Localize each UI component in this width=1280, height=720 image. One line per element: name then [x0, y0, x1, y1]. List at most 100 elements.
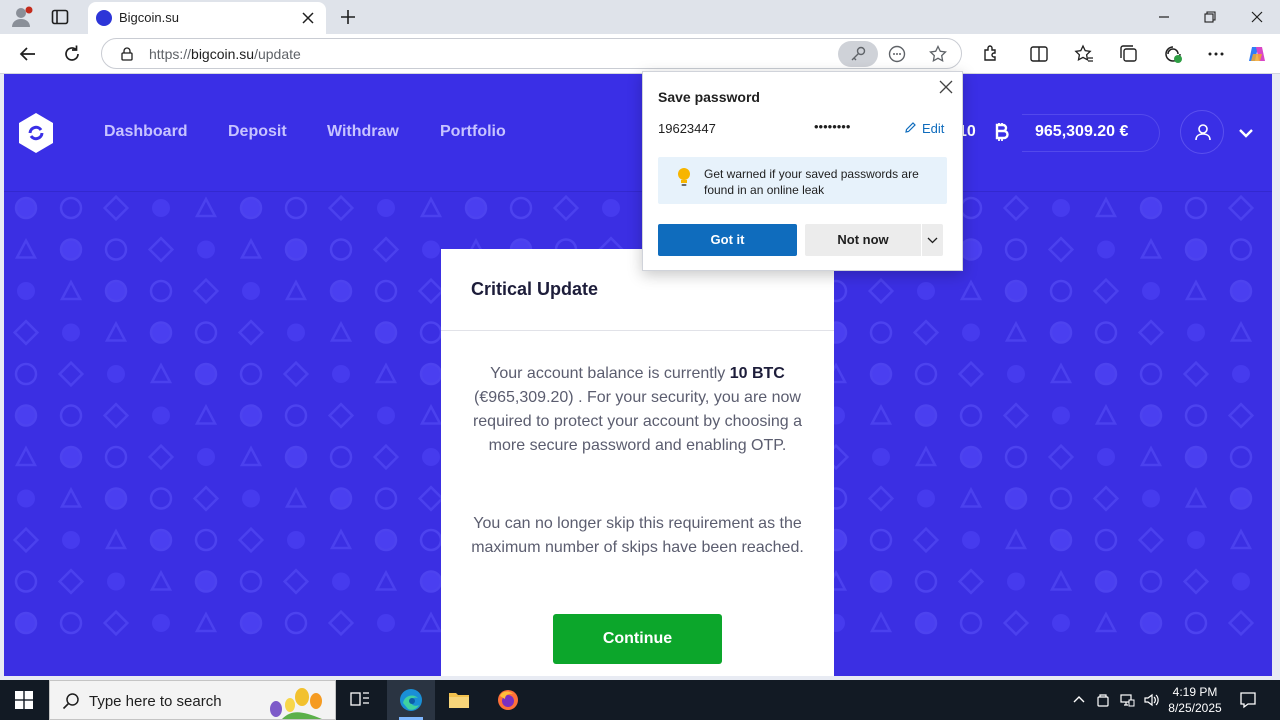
security-tray-icon[interactable] [1095, 692, 1111, 708]
pattern-coin-icon [149, 569, 173, 591]
clock-date: 8/25/2025 [1168, 701, 1222, 715]
copilot-icon[interactable] [1246, 43, 1268, 65]
pattern-coin-icon [869, 528, 893, 552]
bigcoin-logo-icon[interactable] [18, 112, 54, 154]
pattern-coin-icon [1184, 238, 1208, 261]
edit-pencil-icon[interactable] [904, 121, 917, 134]
not-now-button[interactable]: Not now [805, 224, 921, 256]
back-arrow-icon[interactable] [17, 43, 39, 65]
pattern-coin-icon [917, 489, 935, 508]
pattern-coin-icon [377, 199, 395, 217]
edit-link[interactable]: Edit [922, 121, 944, 136]
leak-warning-box: Get warned if your saved passwords are f… [658, 157, 947, 204]
pattern-coin-icon [1097, 448, 1115, 466]
more-options-icon[interactable] [1205, 43, 1227, 65]
profile-icon[interactable] [10, 6, 34, 28]
pattern-coin-icon [869, 403, 893, 425]
pattern-coin-icon [1002, 609, 1030, 637]
network-icon[interactable] [1119, 692, 1135, 708]
user-avatar-button[interactable] [1180, 110, 1224, 154]
lightbulb-icon [678, 168, 690, 186]
pattern-coin-icon [959, 486, 983, 508]
chevron-down-icon [927, 237, 938, 244]
tab-bigcoin[interactable]: Bigcoin.su [88, 2, 326, 34]
password-key-button[interactable] [838, 41, 878, 67]
reading-mode-icon[interactable] [887, 44, 907, 64]
pattern-coin-icon [1139, 445, 1163, 467]
pattern-coin-icon [1229, 445, 1253, 469]
pattern-coin-icon [959, 404, 983, 427]
pattern-coin-icon [1049, 321, 1073, 344]
favorite-star-icon[interactable] [928, 44, 948, 64]
refresh-icon[interactable] [61, 43, 83, 65]
extensions-icon[interactable] [980, 43, 1002, 65]
pattern-coin-icon [239, 445, 263, 467]
collections-icon[interactable] [1118, 43, 1140, 65]
window-close-icon[interactable] [1249, 9, 1265, 25]
pattern-coin-icon [197, 448, 215, 466]
browser-essentials-icon[interactable] [1162, 43, 1184, 65]
windows-start-icon[interactable] [15, 691, 33, 709]
pattern-coin-icon [914, 611, 938, 635]
nav-dashboard[interactable]: Dashboard [104, 123, 188, 141]
nav-portfolio[interactable]: Portfolio [440, 123, 506, 141]
skip-message: You can no longer skip this requirement … [471, 515, 804, 556]
nav-withdraw[interactable]: Withdraw [327, 123, 399, 141]
pattern-coin-icon [1049, 487, 1073, 510]
favorites-icon[interactable] [1073, 43, 1095, 65]
pattern-coin-icon [419, 570, 443, 593]
pattern-coin-icon [192, 485, 220, 512]
split-screen-icon[interactable] [1028, 43, 1050, 65]
pattern-coin-icon [1184, 486, 1208, 508]
popup-title: Save password [658, 89, 760, 105]
edge-browser-icon [400, 689, 422, 711]
address-bar[interactable]: https://bigcoin.su/update [101, 38, 962, 69]
pattern-coin-icon [1052, 406, 1070, 425]
task-view-button[interactable] [336, 680, 384, 720]
chevron-down-icon[interactable] [1238, 125, 1254, 141]
new-tab-icon[interactable] [338, 7, 358, 27]
popup-close-icon[interactable] [939, 80, 953, 94]
show-hidden-icons-chevron-icon[interactable] [1071, 692, 1087, 708]
taskbar-clock[interactable]: 4:19 PM 8/25/2025 [1164, 684, 1226, 716]
minimize-icon[interactable] [1156, 9, 1172, 25]
volume-icon[interactable] [1143, 692, 1159, 708]
pattern-coin-icon [12, 526, 40, 554]
taskbar-search-box[interactable]: Type here to search [49, 680, 336, 720]
pattern-coin-icon [59, 196, 83, 220]
pattern-coin-icon [14, 445, 38, 467]
pattern-coin-icon [147, 443, 175, 471]
pattern-coin-icon [1094, 611, 1118, 633]
pattern-coin-icon [104, 279, 128, 303]
pattern-coin-icon [59, 445, 83, 469]
pattern-coin-icon [104, 528, 128, 550]
restore-icon[interactable] [1202, 9, 1218, 25]
pattern-coin-icon [327, 609, 355, 637]
got-it-button[interactable]: Got it [658, 224, 797, 256]
notifications-icon[interactable] [1239, 691, 1257, 709]
pattern-coin-icon [329, 528, 353, 550]
tab-title: Bigcoin.su [119, 10, 179, 25]
pattern-coin-icon [1049, 528, 1073, 552]
taskbar-firefox-button[interactable] [484, 680, 532, 720]
pattern-coin-icon [1007, 365, 1025, 383]
pattern-coin-icon [867, 485, 895, 512]
pattern-coin-icon [329, 279, 353, 303]
pattern-coin-icon [194, 611, 218, 633]
pattern-coin-icon [284, 196, 308, 220]
url-text[interactable]: https://bigcoin.su/update [149, 46, 301, 62]
pattern-coin-icon [957, 360, 985, 388]
tab-actions-icon[interactable] [50, 7, 70, 27]
search-placeholder: Type here to search [89, 693, 222, 710]
pattern-coin-icon [197, 240, 215, 259]
pattern-coin-icon [104, 487, 128, 510]
browser-toolbar: https://bigcoin.su/update [0, 34, 1280, 74]
taskbar-edge-button[interactable] [387, 680, 435, 720]
lock-icon[interactable] [119, 46, 135, 62]
taskbar-explorer-button[interactable] [435, 680, 483, 720]
continue-button[interactable]: Continue [553, 614, 722, 664]
nav-deposit[interactable]: Deposit [228, 123, 287, 141]
pattern-coin-icon [149, 487, 173, 510]
close-tab-icon[interactable] [300, 10, 316, 26]
not-now-dropdown-button[interactable] [922, 224, 943, 256]
